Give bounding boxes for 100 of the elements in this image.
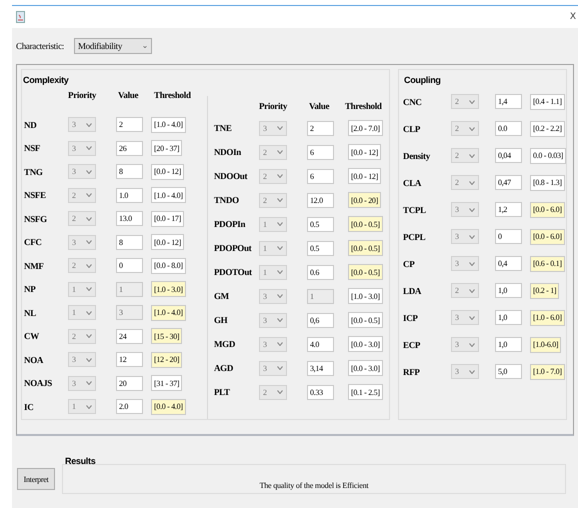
value-field[interactable]: 13.0: [116, 211, 143, 226]
value-field[interactable]: 0,04: [495, 148, 522, 163]
characteristic-label: Characteristic:: [16, 41, 64, 51]
priority-dropdown[interactable]: 1: [258, 240, 287, 256]
priority-dropdown[interactable]: 2: [258, 168, 287, 184]
priority-dropdown[interactable]: 1: [68, 399, 96, 414]
value-field[interactable]: 4.0: [306, 336, 334, 352]
threshold-field: [0.0 - 12]: [348, 144, 381, 160]
caret-icon: [86, 264, 92, 268]
priority-dropdown[interactable]: 2: [451, 121, 479, 136]
priority-dropdown[interactable]: 2: [451, 94, 479, 109]
priority-dropdown[interactable]: 3: [68, 164, 96, 180]
value-field[interactable]: 0.5: [306, 240, 334, 256]
group-title: Results: [65, 456, 96, 466]
priority-dropdown[interactable]: 3: [68, 234, 96, 250]
priority-dropdown[interactable]: 3: [68, 352, 96, 368]
caret-icon: [469, 100, 475, 104]
metric-label: ECP: [403, 340, 422, 350]
caret-icon: [86, 170, 92, 174]
priority-dropdown[interactable]: 1: [68, 282, 96, 297]
value-field[interactable]: 0.33: [306, 384, 334, 400]
metric-label: NOAJS: [24, 378, 54, 388]
threshold-field: [0.0 - 0.5]: [348, 216, 383, 232]
value-field[interactable]: 0.5: [306, 216, 334, 232]
priority-dropdown[interactable]: 1: [68, 305, 96, 320]
priority-dropdown[interactable]: 3: [258, 288, 287, 304]
priority-dropdown[interactable]: 3: [258, 336, 287, 352]
priority-dropdown[interactable]: 3: [451, 337, 479, 352]
metric-label: NSFG: [24, 214, 48, 224]
priority-dropdown[interactable]: 1: [258, 216, 287, 232]
value-field[interactable]: 24: [116, 328, 143, 344]
value-field[interactable]: 0,4: [495, 256, 522, 271]
priority-dropdown[interactable]: 3: [68, 140, 96, 156]
priority-dropdown[interactable]: 2: [68, 188, 96, 203]
priority-dropdown[interactable]: 2: [258, 144, 287, 160]
value-field[interactable]: 0,47: [495, 175, 522, 190]
value-field[interactable]: 5,0: [495, 364, 522, 379]
threshold-field: [20 - 37]: [151, 140, 182, 156]
caret-icon: [276, 342, 283, 346]
priority-dropdown[interactable]: 3: [258, 360, 287, 376]
value-field[interactable]: 0.0: [495, 121, 522, 136]
close-button[interactable]: X: [570, 12, 576, 22]
caret-icon: [86, 146, 92, 150]
caret-icon: [86, 122, 92, 127]
interpret-button[interactable]: Interpret: [17, 468, 55, 490]
threshold-field: [31 - 37]: [151, 375, 182, 392]
metric-label: NL: [24, 308, 37, 318]
priority-dropdown[interactable]: 2: [68, 211, 96, 226]
value-field[interactable]: 2.0: [116, 399, 143, 414]
priority-dropdown[interactable]: 2: [68, 258, 96, 274]
priority-dropdown[interactable]: 3: [68, 117, 96, 132]
priority-dropdown[interactable]: 2: [68, 328, 96, 344]
threshold-field: [0.0 - 17]: [151, 210, 184, 227]
metric-label: TNE: [214, 123, 233, 133]
priority-dropdown[interactable]: 2: [451, 148, 479, 163]
column-header: Threshold: [344, 101, 382, 111]
value-field[interactable]: 26: [116, 140, 143, 156]
characteristic-dropdown[interactable]: Modifiability ⌄: [74, 38, 152, 54]
priority-dropdown[interactable]: 2: [451, 283, 479, 298]
priority-dropdown[interactable]: 3: [258, 312, 287, 328]
caret-icon: [469, 262, 475, 266]
threshold-field: [1.0 - 4.0]: [151, 187, 186, 204]
priority-dropdown[interactable]: 3: [68, 376, 96, 391]
metric-label: ICP: [403, 312, 419, 322]
priority-dropdown[interactable]: 3: [451, 229, 479, 244]
caret-icon: [276, 150, 283, 154]
value-field[interactable]: 8: [116, 234, 143, 250]
value-field[interactable]: 2: [306, 120, 334, 136]
value-field[interactable]: 1,0: [495, 310, 522, 325]
value-field[interactable]: 6: [306, 168, 334, 184]
value-field[interactable]: 1.0: [116, 188, 143, 203]
value-field[interactable]: 2: [116, 117, 143, 132]
metric-label: NSF: [24, 143, 42, 154]
value-field[interactable]: 20: [116, 376, 143, 391]
priority-dropdown[interactable]: 3: [258, 120, 287, 136]
priority-dropdown[interactable]: 3: [451, 202, 479, 217]
threshold-field: [0.0 - 4.0]: [151, 398, 186, 415]
priority-dropdown[interactable]: 3: [451, 256, 479, 271]
value-field[interactable]: 1,0: [495, 337, 522, 352]
value-field[interactable]: 1,4: [495, 94, 522, 109]
value-field[interactable]: 1,2: [495, 202, 522, 217]
priority-dropdown[interactable]: 2: [258, 192, 287, 208]
value-field[interactable]: 0: [495, 229, 522, 244]
priority-dropdown[interactable]: 1: [258, 264, 287, 280]
threshold-field: [1.0 - 6.0]: [530, 310, 565, 326]
value-field[interactable]: 8: [116, 164, 143, 180]
priority-dropdown[interactable]: 2: [258, 384, 287, 400]
value-field[interactable]: 12: [116, 352, 143, 368]
value-field[interactable]: 6: [306, 144, 334, 160]
priority-dropdown[interactable]: 3: [451, 310, 479, 325]
value-field[interactable]: 0.6: [306, 264, 334, 280]
value-field[interactable]: 12.0: [306, 192, 334, 208]
value-field[interactable]: 1,0: [495, 283, 522, 298]
value-field[interactable]: 3,14: [306, 360, 334, 376]
priority-dropdown[interactable]: 2: [451, 175, 479, 190]
value-field[interactable]: 0: [116, 258, 143, 274]
value-field[interactable]: 0,6: [306, 312, 334, 328]
metric-label: CNC: [403, 96, 423, 106]
metric-label: NSFE: [24, 190, 47, 200]
priority-dropdown[interactable]: 3: [451, 364, 479, 379]
